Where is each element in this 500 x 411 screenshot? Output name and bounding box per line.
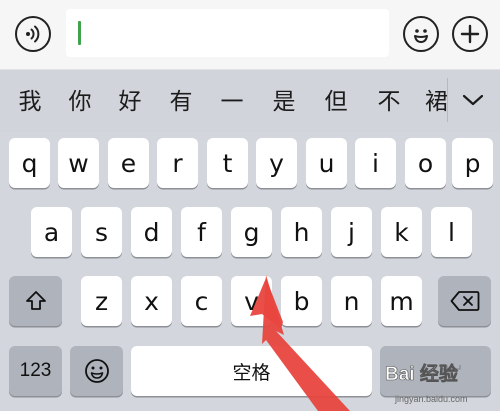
key-e[interactable]: e — [108, 138, 149, 188]
candidate-word[interactable]: 是 — [268, 88, 300, 116]
candidate-word[interactable]: 好 — [114, 88, 146, 116]
candidate-word[interactable]: 一 — [216, 88, 248, 116]
key-w[interactable]: w — [58, 138, 99, 188]
smiley-icon — [84, 359, 109, 383]
voice-button[interactable] — [15, 16, 51, 52]
key-s[interactable]: s — [81, 207, 122, 257]
baidu-watermark: Bai 经验 jingyan.baidu.com — [385, 358, 497, 408]
shift-icon — [25, 291, 46, 310]
watermark-logo-text: Bai 经验 — [385, 362, 459, 385]
backspace-icon — [450, 291, 479, 311]
shift-key[interactable] — [9, 276, 62, 326]
plus-icon — [460, 24, 480, 44]
chat-input-bar — [0, 0, 500, 70]
emoji-button[interactable] — [403, 16, 439, 52]
key-r[interactable]: r — [157, 138, 198, 188]
key-f[interactable]: f — [181, 207, 222, 257]
key-h[interactable]: h — [281, 207, 322, 257]
expand-candidates-button[interactable] — [455, 86, 491, 114]
key-b[interactable]: b — [281, 276, 322, 326]
candidate-divider — [447, 78, 448, 122]
key-n[interactable]: n — [331, 276, 372, 326]
key-t[interactable]: t — [207, 138, 248, 188]
candidate-word[interactable]: 不 — [373, 88, 405, 116]
candidate-word[interactable]: 我 — [14, 88, 46, 116]
key-i[interactable]: i — [355, 138, 396, 188]
key-g[interactable]: g — [231, 207, 272, 257]
key-m[interactable]: m — [381, 276, 422, 326]
space-key[interactable]: 空格 — [131, 346, 372, 396]
key-j[interactable]: j — [331, 207, 372, 257]
chevron-down-icon — [462, 94, 484, 106]
candidate-word[interactable]: 但 — [320, 88, 352, 116]
text-caret — [78, 21, 81, 45]
delete-key[interactable] — [438, 276, 491, 326]
candidate-word[interactable]: 裙 — [425, 88, 447, 116]
key-l[interactable]: l — [431, 207, 472, 257]
candidate-word[interactable]: 你 — [64, 88, 96, 116]
message-text-field[interactable] — [66, 9, 389, 57]
smiley-icon — [414, 29, 428, 43]
key-a[interactable]: a — [31, 207, 72, 257]
key-d[interactable]: d — [131, 207, 172, 257]
key-p[interactable]: p — [452, 138, 493, 188]
key-y[interactable]: y — [256, 138, 297, 188]
voice-icon — [26, 25, 40, 43]
candidate-bar: 我 你 好 有 一 是 但 不 裙 — [0, 70, 500, 132]
baidu-jingyan-logo: Bai 经验 — [385, 362, 459, 386]
key-q[interactable]: q — [9, 138, 50, 188]
key-z[interactable]: z — [81, 276, 122, 326]
key-o[interactable]: o — [405, 138, 446, 188]
watermark-url: jingyan.baidu.com — [395, 394, 468, 404]
emoji-key[interactable] — [70, 346, 123, 396]
key-v[interactable]: v — [231, 276, 272, 326]
more-button[interactable] — [452, 16, 488, 52]
key-c[interactable]: c — [181, 276, 222, 326]
key-u[interactable]: u — [306, 138, 347, 188]
key-k[interactable]: k — [381, 207, 422, 257]
numbers-key[interactable]: 123 — [9, 346, 62, 396]
key-x[interactable]: x — [131, 276, 172, 326]
candidate-word[interactable]: 有 — [165, 88, 197, 116]
